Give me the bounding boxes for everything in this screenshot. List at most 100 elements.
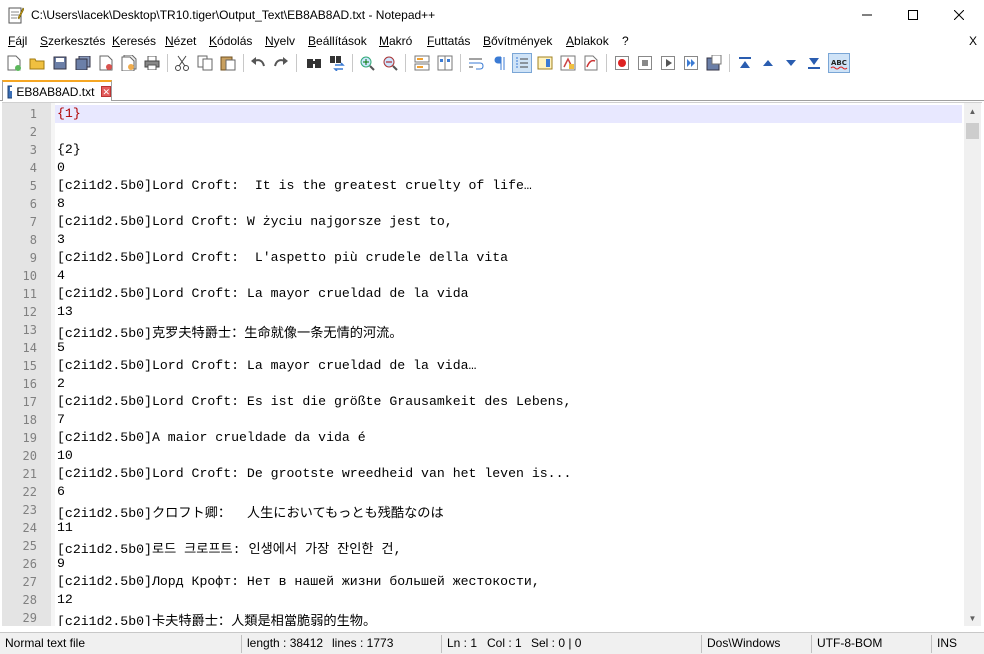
tab-close-icon[interactable]: ✕ (101, 86, 111, 97)
undo-icon[interactable] (248, 53, 268, 73)
cut-icon[interactable] (172, 53, 192, 73)
line-number: 12 (22, 305, 37, 319)
down-icon[interactable] (781, 53, 801, 73)
editor-line: [c2i1d2.5b0]Lord Croft: W życiu najgorsz… (57, 214, 453, 229)
zoom-in-icon[interactable] (357, 53, 377, 73)
editor-line: [c2i1d2.5b0]로드 크로프트: 인생에서 가장 잔인한 건, (57, 542, 402, 557)
editor-line: [c2i1d2.5b0]A maior crueldade da vida é (57, 430, 366, 445)
menu-file[interactable]: Fájl (8, 34, 27, 48)
line-number: 3 (29, 143, 37, 157)
svg-text:ABC: ABC (831, 59, 847, 67)
new-icon[interactable] (4, 53, 24, 73)
menu-encoding[interactable]: Kódolás (209, 34, 252, 48)
notepad-icon (8, 7, 24, 24)
scroll-thumb[interactable] (966, 123, 979, 139)
open-icon[interactable] (27, 53, 47, 73)
editor-line: 6 (57, 484, 65, 499)
line-number: 13 (22, 323, 37, 337)
show-all-chars-icon[interactable] (489, 53, 509, 73)
line-number: 5 (29, 179, 37, 193)
doc-map-icon[interactable] (535, 53, 555, 73)
minimize-icon[interactable] (844, 0, 890, 30)
line-number: 29 (22, 611, 37, 625)
close-all-icon[interactable] (119, 53, 139, 73)
menu-bar: Fájl Szerkesztés Keresés Nézet Kódolás N… (0, 31, 984, 51)
editor-line: [c2i1d2.5b0]Lord Croft: L'aspetto più cr… (57, 250, 509, 265)
tab-document[interactable]: EB8AB8AD.txt ✕ (2, 80, 112, 101)
paste-icon[interactable] (218, 53, 238, 73)
menu-help[interactable]: ? (622, 34, 629, 48)
save-all-icon[interactable] (73, 53, 93, 73)
line-number: 19 (22, 431, 37, 445)
menu-window[interactable]: Ablakok (566, 34, 609, 48)
editor-line: 5 (57, 340, 65, 355)
menu-language[interactable]: Nyelv (265, 34, 295, 48)
redo-icon[interactable] (271, 53, 291, 73)
close-icon[interactable] (936, 0, 982, 30)
record-macro-icon[interactable] (612, 53, 632, 73)
sync-vertical-icon[interactable] (412, 53, 432, 73)
fold-margin (51, 103, 55, 626)
insert-mode[interactable]: INS (937, 636, 957, 650)
save-icon[interactable] (50, 53, 70, 73)
editor-line: [c2i1d2.5b0]Lord Croft: La mayor cruelda… (57, 286, 469, 301)
function-list-icon[interactable] (558, 53, 578, 73)
scroll-up-icon[interactable]: ▲ (964, 103, 981, 120)
spellcheck-icon[interactable]: ABC (828, 53, 850, 73)
editor-line: [c2i1d2.5b0]Lord Croft: De grootste wree… (57, 466, 572, 481)
eol-format[interactable]: Dos\Windows (707, 636, 780, 650)
scroll-down-icon[interactable]: ▼ (964, 610, 981, 626)
menu-plugins[interactable]: Bővítmények (483, 34, 552, 48)
line-number: 21 (22, 467, 37, 481)
line-number: 28 (22, 593, 37, 607)
sync-horizontal-icon[interactable] (435, 53, 455, 73)
editor-line: [c2i1d2.5b0]Lord Croft: La mayor cruelda… (57, 358, 477, 373)
menu-view[interactable]: Nézet (165, 34, 196, 48)
editor-line: 13 (57, 304, 73, 319)
close-file-icon[interactable] (96, 53, 116, 73)
stop-macro-icon[interactable] (635, 53, 655, 73)
line-number: 15 (22, 359, 37, 373)
editor-line: {1} (57, 106, 81, 121)
prev-bookmark-icon[interactable] (735, 53, 755, 73)
line-number: 26 (22, 557, 37, 571)
run-macro-multiple-icon[interactable] (681, 53, 701, 73)
menu-search[interactable]: Keresés (112, 34, 156, 48)
saved-file-icon (7, 85, 13, 98)
text-editor[interactable]: 1 2 3 4 5 6 7 8 9 10 11 12 13 14 15 16 17 18 19 20 21 22 23 24 2… (2, 102, 982, 626)
indent-guide-icon[interactable] (512, 53, 532, 73)
editor-line: 4 (57, 268, 65, 283)
folder-workspace-icon[interactable] (581, 53, 601, 73)
word-wrap-icon[interactable] (466, 53, 486, 73)
title-bar: C:\Users\lacek\Desktop\TR10.tiger\Output… (0, 0, 984, 30)
next-bookmark-icon[interactable] (804, 53, 824, 73)
print-icon[interactable] (142, 53, 162, 73)
replace-icon[interactable] (327, 53, 347, 73)
encoding[interactable]: UTF-8-BOM (817, 636, 882, 650)
maximize-icon[interactable] (890, 0, 936, 30)
editor-line: 7 (57, 412, 65, 427)
close-document-button[interactable]: X (969, 34, 977, 48)
zoom-out-icon[interactable] (380, 53, 400, 73)
editor-line: 8 (57, 196, 65, 211)
line-number: 4 (29, 161, 37, 175)
toolbar: ABC (0, 51, 984, 75)
line-number: 25 (22, 539, 37, 553)
copy-icon[interactable] (195, 53, 215, 73)
line-number: 22 (22, 485, 37, 499)
line-number: 24 (22, 521, 37, 535)
line-number: 10 (22, 269, 37, 283)
menu-settings[interactable]: Beállítások (308, 34, 367, 48)
editor-line: 10 (57, 448, 73, 463)
find-icon[interactable] (304, 53, 324, 73)
save-macro-icon[interactable] (704, 53, 724, 73)
up-icon[interactable] (758, 53, 778, 73)
menu-macro[interactable]: Makró (379, 34, 412, 48)
menu-run[interactable]: Futtatás (427, 34, 470, 48)
editor-line: 2 (57, 376, 65, 391)
vertical-scrollbar[interactable]: ▲ ▼ (964, 103, 981, 626)
menu-edit[interactable]: Szerkesztés (40, 34, 105, 48)
editor-line: 9 (57, 556, 65, 571)
play-macro-icon[interactable] (658, 53, 678, 73)
selection-info: Sel : 0 | 0 (531, 636, 582, 650)
